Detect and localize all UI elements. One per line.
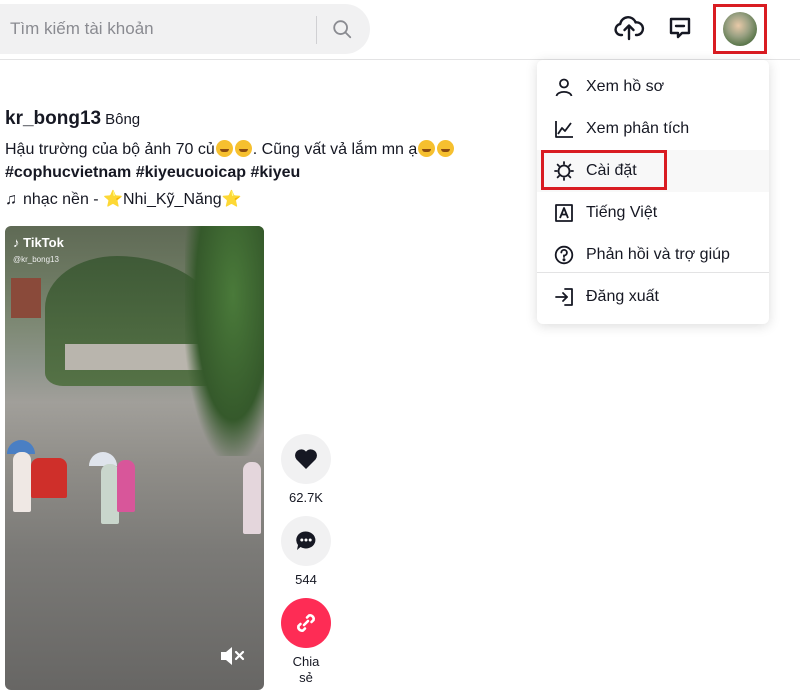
search-input[interactable] [10, 4, 310, 54]
search-bar [0, 4, 370, 54]
video-scene-person [13, 452, 31, 512]
comment-button[interactable] [281, 516, 331, 566]
like-button[interactable] [281, 434, 331, 484]
menu-item-label: Xem phân tích [586, 120, 690, 137]
menu-item-logout[interactable]: Đăng xuất [537, 276, 769, 318]
video-scene-tree [185, 226, 264, 456]
comment-action: 544 [281, 516, 331, 588]
laughing-emoji-icon [215, 140, 233, 157]
volume-mute-icon [221, 647, 245, 665]
menu-item-label: Cài đặt [586, 162, 637, 179]
hashtag-list: #cophucvietnam #kiyeucuoicap #kiyeu [5, 161, 525, 184]
logout-icon [553, 286, 575, 308]
post-nickname: Bông [105, 111, 141, 128]
top-header [0, 0, 800, 60]
video-scene-person [117, 460, 135, 512]
menu-item-label: Tiếng Việt [586, 204, 658, 221]
post-caption: Hậu trường của bộ ảnh 70 củ . Cũng vất vả… [5, 138, 525, 184]
video-player[interactable]: ♪ TikTok @kr_bong13 [5, 226, 264, 690]
link-icon [297, 614, 315, 632]
cloud-upload-icon [614, 16, 645, 41]
share-action: Chia sẻ [281, 598, 331, 686]
tiktok-watermark: ♪ TikTok [13, 235, 64, 250]
menu-item-label: Đăng xuất [586, 288, 659, 305]
upload-button[interactable] [611, 10, 647, 46]
comment-count: 544 [295, 572, 317, 587]
search-divider [316, 16, 317, 44]
settings-icon [553, 160, 575, 182]
video-scene-person [243, 462, 261, 534]
video-handle: @kr_bong13 [13, 255, 59, 264]
like-count: 62.7K [289, 490, 323, 505]
user-icon [553, 76, 575, 98]
message-icon [669, 17, 691, 39]
video-scene-gate [11, 278, 41, 318]
caption-text: Hậu trường của bộ ảnh 70 củ [5, 141, 215, 158]
profile-dropdown-menu: Xem hồ sơ Xem phân tích Cài đặt Tiếng Vi… [537, 60, 769, 324]
menu-item-label: Xem hồ sơ [586, 78, 665, 95]
like-action: 62.7K [281, 434, 331, 506]
laughing-emoji-icon [234, 140, 252, 157]
menu-item-language[interactable]: Tiếng Việt [537, 192, 769, 234]
post-author: kr_bong13 Bông [5, 108, 140, 130]
menu-item-settings[interactable]: Cài đặt [537, 150, 769, 192]
menu-item-analytics[interactable]: Xem phân tích [537, 108, 769, 150]
post-username[interactable]: kr_bong13 [5, 108, 101, 129]
hashtag-link[interactable]: #kiyeucuoicap [136, 164, 246, 181]
kiss-emoji-icon [418, 140, 436, 157]
heart-icon [295, 449, 317, 469]
caption-text: . Cũng vất vả lắm mn ạ [252, 141, 418, 158]
share-button[interactable] [281, 598, 331, 648]
tongue-emoji-icon [437, 140, 455, 157]
analytics-icon [553, 118, 575, 140]
avatar-highlight [713, 4, 767, 54]
menu-divider [537, 272, 769, 273]
music-link[interactable]: ♫ nhạc nền - ⭐Nhi_Kỹ_Năng⭐ [5, 189, 242, 209]
menu-item-feedback-help[interactable]: Phản hồi và trợ giúp [537, 234, 769, 276]
comment-icon [296, 531, 316, 550]
music-title: nhạc nền - ⭐Nhi_Kỹ_Năng⭐ [23, 191, 242, 208]
share-label: Chia sẻ [292, 654, 320, 685]
menu-item-view-profile[interactable]: Xem hồ sơ [537, 66, 769, 108]
music-note-icon: ♫ [5, 191, 17, 208]
avatar[interactable] [723, 12, 757, 46]
mute-button[interactable] [217, 641, 247, 671]
hashtag-link[interactable]: #kiyeu [250, 164, 300, 181]
search-button[interactable] [322, 9, 362, 49]
video-scene-person [31, 458, 67, 498]
inbox-button[interactable] [662, 10, 698, 46]
search-icon [333, 20, 352, 39]
menu-item-label: Phản hồi và trợ giúp [586, 246, 730, 263]
help-icon [553, 244, 575, 266]
hashtag-link[interactable]: #cophucvietnam [5, 164, 131, 181]
language-icon [553, 202, 575, 224]
